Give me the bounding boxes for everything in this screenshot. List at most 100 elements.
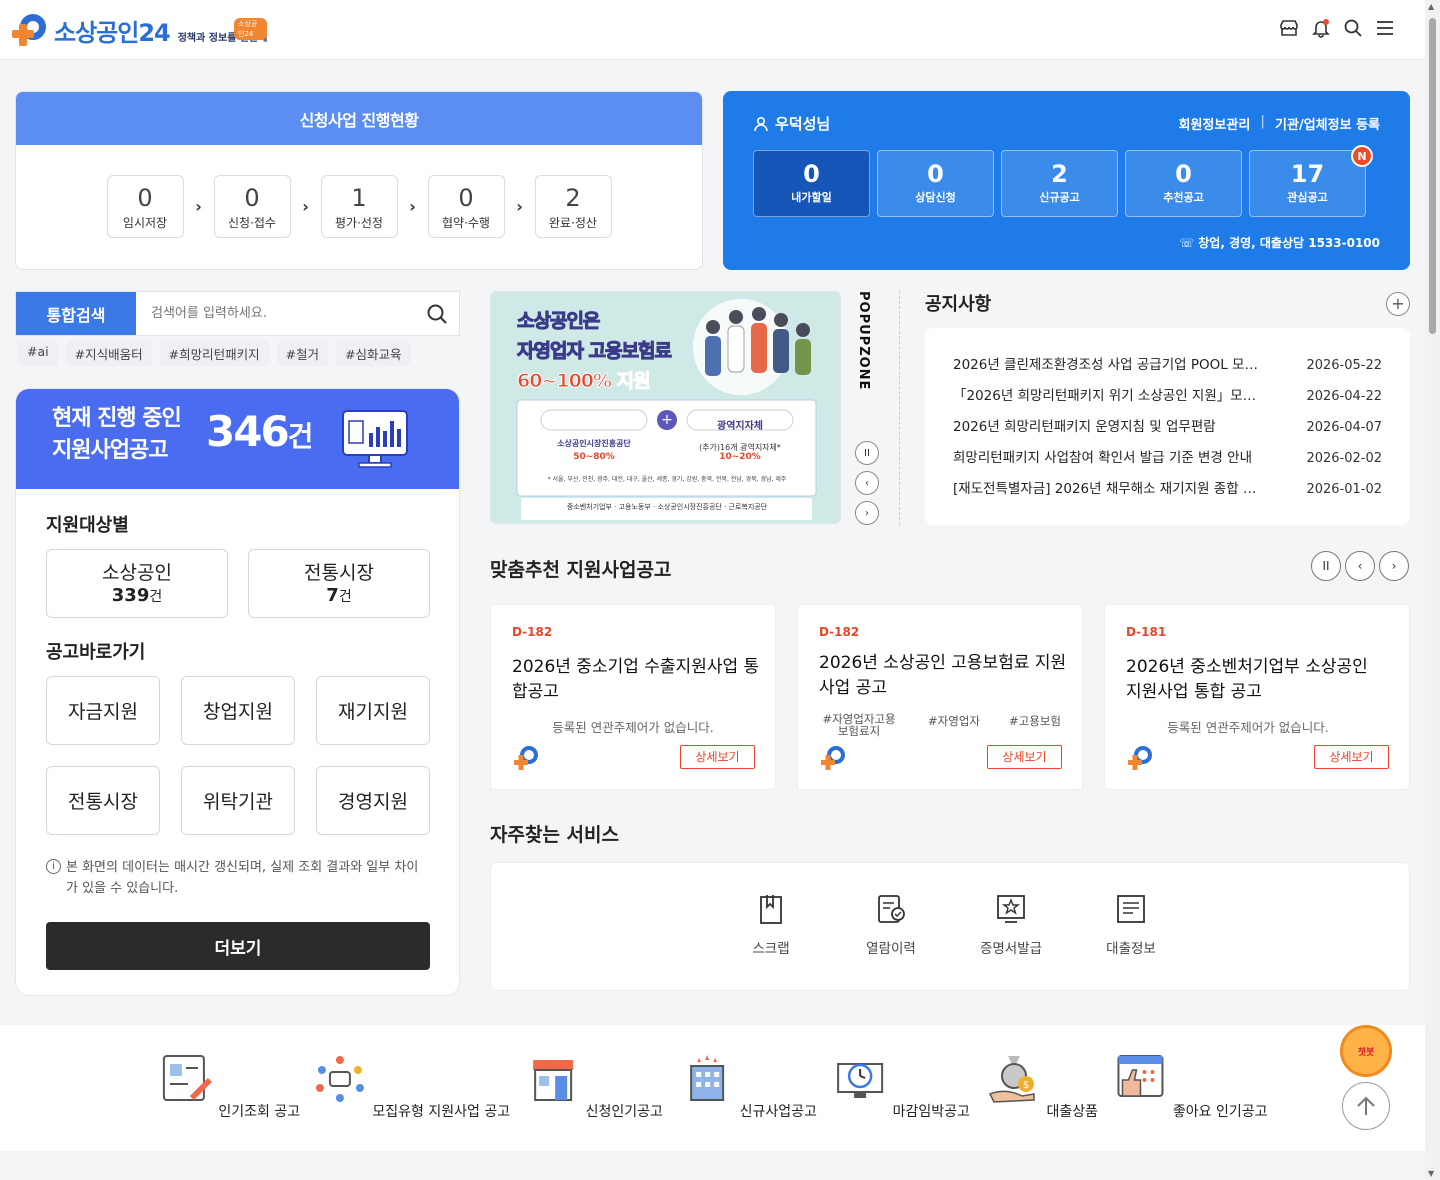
search-input[interactable] (136, 292, 414, 335)
search-icon[interactable] (1343, 18, 1363, 38)
shortcut-market[interactable]: 전통시장 (46, 766, 160, 835)
notice-item[interactable]: [재도전특별자금] 2026년 채무해소 재기지원 종합 안내 2026-01-0… (953, 474, 1382, 505)
target-traditional-market[interactable]: 전통시장 7건 (248, 549, 430, 618)
recommend-card[interactable]: D-181 2026년 중소벤처기업부 소상공인 지원사업 통합 공고 등록된 … (1104, 604, 1410, 790)
org-register-link[interactable]: 기관/업체정보 등록 (1275, 114, 1380, 133)
quick-label: 신규사업공고 (739, 1104, 817, 1120)
step-label: 완료·정산 (549, 216, 597, 230)
store-icon[interactable] (1279, 18, 1299, 38)
progress-step[interactable]: 0 협약·수행 (427, 175, 505, 238)
quick-recruit-type[interactable]: 모집유형 지원사업 공고 (312, 1050, 510, 1121)
phone-icon: ☏ (1179, 236, 1199, 250)
progress-step[interactable]: 2 완료·정산 (534, 175, 612, 238)
service-scrap[interactable]: 스크랩 (731, 893, 811, 957)
progress-step[interactable]: 0 신청·접수 (213, 175, 291, 238)
notice-more-plus-icon[interactable]: + (1386, 292, 1410, 316)
notice-item-title: 희망리턴패키지 사업참여 확인서 발급 기준 변경 안내 (953, 450, 1252, 466)
notice-item[interactable]: 「2026년 희망리턴패키지 위기 소상공인 지원」모집 공고 2026-04-2… (953, 381, 1382, 412)
notice-item[interactable]: 2026년 희망리턴패키지 운영지침 및 업무편람 2026-04-07 (953, 412, 1382, 443)
detail-button[interactable]: 상세보기 (680, 745, 755, 769)
service-label: 열람이력 (866, 941, 916, 957)
card-hashtag[interactable]: #자영업자 (928, 713, 980, 737)
link-divider: | (1260, 114, 1266, 129)
quick-loan-products[interactable]: $ 대출상품 (986, 1050, 1098, 1121)
service-certificate[interactable]: 증명서발급 (971, 893, 1051, 957)
search-tag[interactable]: #심화교육 (336, 341, 411, 366)
site-header: 소상공인24 정책과 정보를 한눈에 소상공인24 (0, 0, 1425, 60)
progress-step[interactable]: 0 임시저장 (106, 175, 184, 238)
notice-item[interactable]: 2026년 클린제조환경조성 사업 공급기업 POOL 모집 공고 2026-05… (953, 350, 1382, 381)
stat-label: 추천공고 (1163, 191, 1204, 204)
banner-left-pct: 50~80% (573, 452, 615, 462)
quick-new-projects[interactable]: 신규사업공고 (679, 1050, 817, 1121)
application-progress-card: 신청사업 진행현황 0 임시저장 › 0 신청·접수 › 1 평가·선정 › 0 협약·… (15, 91, 703, 270)
site-logo[interactable]: 소상공인24 정책과 정보를 한눈에 소상공인24 (12, 12, 268, 48)
frequent-services-title: 자주찾는 서비스 (490, 824, 619, 846)
service-label: 대출정보 (1106, 941, 1156, 957)
detail-button[interactable]: 상세보기 (1314, 745, 1389, 769)
alarm-clock-monitor-icon (837, 1063, 884, 1098)
menu-icon[interactable] (1375, 18, 1395, 38)
ongoing-count-number: 346 (206, 407, 290, 456)
quick-liked-popular[interactable]: 좋아요 인기공고 (1112, 1050, 1268, 1121)
shortcut-startup[interactable]: 창업지원 (181, 676, 295, 745)
notice-item[interactable]: 희망리턴패키지 사업참여 확인서 발급 기준 변경 안내 2026-02-02 (953, 443, 1382, 474)
progress-step[interactable]: 1 평가·선정 (320, 175, 398, 238)
search-tag[interactable]: #지식배움터 (65, 341, 152, 366)
notice-item-title: [재도전특별자금] 2026년 채무해소 재기지원 종합 안내 (953, 481, 1258, 497)
notice-title: 공지사항 (925, 294, 992, 315)
service-loan-info[interactable]: 대출정보 (1091, 893, 1171, 957)
chevron-right-icon[interactable]: › (855, 501, 879, 525)
page-scrollbar[interactable]: ▲ ▼ (1425, 0, 1440, 1180)
card-hashtag[interactable]: #자영업자고용보험료지 (819, 713, 899, 737)
stat-interest[interactable]: 17 관심공고 N (1249, 145, 1373, 217)
stat-new-notices[interactable]: 2 신규공고 (1001, 150, 1118, 217)
dday-badge: D-181 (1126, 625, 1167, 639)
chevron-left-icon[interactable]: ‹ (855, 471, 879, 495)
ongoing-count[interactable]: 346건 (206, 407, 313, 456)
detail-button[interactable]: 상세보기 (987, 745, 1062, 769)
member-info-link[interactable]: 회원정보관리 (1179, 114, 1251, 133)
ongoing-header: 현재 진행 중인 지원사업공고 346건 (16, 389, 459, 489)
pause-icon[interactable]: II (1311, 551, 1341, 581)
scroll-to-top-button[interactable] (1342, 1082, 1390, 1130)
quick-label: 인기조회 공고 (218, 1104, 301, 1120)
recommend-card[interactable]: D-182 2026년 소상공인 고용보험료 지원사업 공고 #자영업자고용보험… (797, 604, 1083, 790)
chevron-left-icon[interactable]: ‹ (1345, 551, 1375, 581)
recommend-card[interactable]: D-182 2026년 중소기업 수출지원사업 통합공고 등록된 연관주제어가 … (490, 604, 776, 790)
quick-popular-applications[interactable]: 신청인기공고 (525, 1050, 663, 1121)
quick-popular-views[interactable]: 인기조회 공고 (158, 1050, 300, 1121)
logo-mark-icon (821, 746, 845, 770)
stat-my-tasks[interactable]: 0 내가할일 (753, 150, 870, 217)
scroll-up-arrow-icon[interactable]: ▲ (1428, 2, 1434, 11)
building-icon (690, 1055, 725, 1101)
search-tag[interactable]: #철거 (276, 341, 329, 366)
search-tag[interactable]: #희망리턴패키지 (159, 341, 269, 366)
shortcut-restart[interactable]: 재기지원 (316, 676, 430, 745)
chatbot-mascot-button[interactable]: 챗봇 (1340, 1025, 1392, 1077)
chevron-right-icon[interactable]: › (1379, 551, 1409, 581)
phone-consult[interactable]: ☏ 창업, 경영, 대출상담 1533-0100 (1179, 234, 1380, 251)
notice-item-date: 2026-05-22 (1306, 358, 1382, 373)
pause-icon[interactable]: II (855, 441, 879, 465)
popup-banner[interactable]: + 소상공인은 자영업자 고용보험료 60~100% 지원 소상공인시장진흥공단… (490, 291, 841, 524)
search-submit-icon[interactable] (414, 292, 459, 335)
service-history[interactable]: 열람이력 (851, 893, 931, 957)
target-name: 소상공인 (102, 562, 172, 584)
stat-recommended[interactable]: 0 추천공고 (1125, 150, 1242, 217)
target-small-business[interactable]: 소상공인 339건 (46, 549, 228, 618)
search-tag[interactable]: #ai (18, 341, 58, 366)
stat-consultation[interactable]: 0 상담신청 (877, 150, 994, 217)
quick-closing-soon[interactable]: 마감임박공고 (832, 1050, 970, 1121)
shortcut-fund[interactable]: 자금지원 (46, 676, 160, 745)
bell-icon[interactable] (1311, 18, 1331, 38)
shortcut-agency[interactable]: 위탁기관 (181, 766, 295, 835)
note-text: 본 화면의 데이터는 매시간 갱신되며, 실제 조회 결과와 일부 차이가 있을… (66, 860, 419, 896)
target-name: 전통시장 (304, 562, 374, 584)
shortcut-management[interactable]: 경영지원 (316, 766, 430, 835)
notice-item-date: 2026-02-02 (1306, 451, 1382, 466)
more-button[interactable]: 더보기 (46, 922, 430, 970)
card-hashtag[interactable]: #고용보험 (1009, 713, 1069, 737)
scrollbar-thumb[interactable] (1429, 18, 1436, 334)
scroll-down-arrow-icon[interactable]: ▼ (1428, 1169, 1434, 1178)
